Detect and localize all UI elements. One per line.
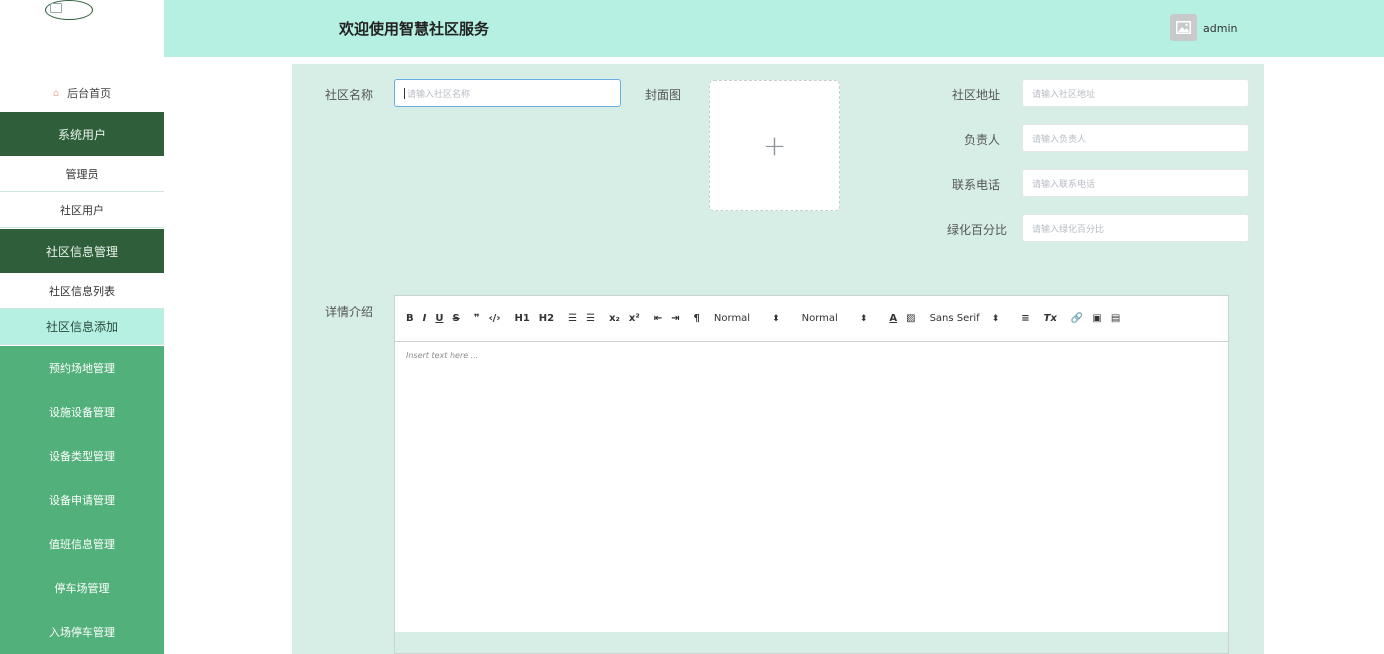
detail-label: 详情介绍 [325,305,374,319]
sidebar-group-community-info[interactable]: 社区信息管理 [0,229,164,273]
sidebar-item-label: 设施设备管理 [49,406,115,419]
cover-label: 封面图 [645,88,682,102]
green-label: 绿化百分比 [946,223,1007,237]
sidebar-item-device-apply[interactable]: 设备申请管理 [0,478,164,522]
size-value: Normal [713,313,751,324]
video-button[interactable]: ▤ [1111,313,1120,324]
sidebar-item-community-list[interactable]: 社区信息列表 [0,273,164,309]
italic-button[interactable]: I [423,313,427,324]
sidebar-item-label: 后台首页 [67,87,112,100]
sidebar-item-label: 社区信息列表 [49,284,115,298]
sidebar-item-community-add[interactable]: 社区信息添加 [0,309,164,345]
sidebar-item-label: 社区信息管理 [45,244,118,259]
home-icon: ⌂ [52,87,60,99]
background-color-button[interactable]: ▨ [906,313,915,324]
name-placeholder: 请输入社区名称 [407,89,471,100]
outdent-button[interactable]: ⇤ [654,313,662,324]
h1-button[interactable]: H1 [514,313,529,324]
sidebar-item-venue-booking[interactable]: 预约场地管理 [0,346,164,390]
text-direction-button[interactable]: ¶ [694,313,700,324]
sidebar-item-admin[interactable]: 管理员 [0,156,164,192]
text-color-button[interactable]: A [889,313,897,324]
avatar[interactable] [1170,14,1197,41]
sidebar-item-label: 值班信息管理 [49,538,115,551]
strike-button[interactable]: S [452,313,459,324]
font-value: Sans Serif [929,313,980,324]
phone-placeholder: 请输入联系电话 [1032,179,1096,190]
underline-button[interactable]: U [435,313,443,324]
page-title: 欢迎使用智慧社区服务 [339,20,490,38]
sidebar-item-label: 管理员 [65,167,99,181]
text-cursor [404,87,405,99]
logo-image [45,0,93,20]
h2-button[interactable]: H2 [539,313,554,324]
ordered-list-button[interactable]: ☰ [568,313,577,324]
bold-button[interactable]: B [406,313,414,324]
sidebar-item-label: 社区信息添加 [45,320,118,334]
sidebar-item-label: 预约场地管理 [49,362,115,375]
username[interactable]: admin [1203,22,1237,35]
sidebar-group-system-users[interactable]: 系统用户 [0,112,164,156]
plus-icon: + [762,129,787,162]
chevron-updown-icon: ⬍ [859,313,868,324]
header-select[interactable]: Normal ⬍ [802,313,868,324]
sidebar-item-community-users[interactable]: 社区用户 [0,192,164,228]
sidebar-item-device-type[interactable]: 设备类型管理 [0,434,164,478]
form-panel: 社区名称 请输入社区名称 封面图 + 社区地址 请输入社区地址 负责人 请输入负… [292,64,1264,654]
image-button[interactable]: ▣ [1092,313,1101,324]
sidebar-item-label: 系统用户 [57,127,106,142]
phone-label: 联系电话 [951,178,1000,192]
sidebar: ⌂ 后台首页 系统用户 管理员 社区用户 社区信息管理 社区信息列表 社区信息添… [0,0,164,654]
bullet-list-button[interactable]: ☰ [586,313,595,324]
sidebar-item-label: 入场停车管理 [49,626,115,639]
sidebar-item-home[interactable]: ⌂ 后台首页 [0,74,164,112]
align-button[interactable]: ≡ [1021,313,1029,324]
cover-upload[interactable]: + [709,80,840,211]
indent-button[interactable]: ⇥ [671,313,679,324]
green-placeholder: 请输入绿化百分比 [1032,224,1105,235]
rich-text-editor: B I U S ❞ ‹/› H1 H2 ☰ ☰ x₂ x² ⇤ ⇥ ¶ Norm… [394,295,1229,654]
code-button[interactable]: ‹/› [489,313,501,324]
editor-content[interactable]: Insert text here ... [395,342,1228,633]
sidebar-item-parking-lot[interactable]: 停车场管理 [0,566,164,610]
manager-label: 负责人 [963,133,1000,147]
editor-placeholder: Insert text here ... [406,351,479,360]
link-button[interactable]: 🔗 [1071,313,1083,324]
superscript-button[interactable]: x² [629,313,640,324]
editor-footer [395,632,1228,653]
subscript-button[interactable]: x₂ [609,313,620,324]
chevron-updown-icon: ⬍ [991,313,1000,324]
manager-input[interactable]: 请输入负责人 [1022,124,1249,152]
header-value: Normal [801,313,838,324]
phone-input[interactable]: 请输入联系电话 [1022,169,1249,197]
top-header: 欢迎使用智慧社区服务 admin [164,0,1384,57]
name-input[interactable]: 请输入社区名称 [394,79,621,107]
editor-toolbar: B I U S ❞ ‹/› H1 H2 ☰ ☰ x₂ x² ⇤ ⇥ ¶ Norm… [395,296,1228,342]
sidebar-item-label: 设备类型管理 [49,450,115,463]
clear-format-button[interactable]: Tx [1044,313,1057,324]
chevron-updown-icon: ⬍ [772,313,780,324]
sidebar-item-label: 设备申请管理 [49,494,115,507]
sidebar-item-label: 停车场管理 [54,582,110,595]
address-label: 社区地址 [951,88,1000,102]
manager-placeholder: 请输入负责人 [1032,134,1087,145]
size-select[interactable]: Normal ⬍ [714,313,780,324]
sidebar-item-label: 社区用户 [60,203,104,217]
blockquote-button[interactable]: ❞ [474,313,480,324]
sidebar-item-facility[interactable]: 设施设备管理 [0,390,164,434]
font-select[interactable]: Sans Serif ⬍ [930,313,1000,324]
green-input[interactable]: 请输入绿化百分比 [1022,214,1249,242]
sidebar-item-duty[interactable]: 值班信息管理 [0,522,164,566]
name-label: 社区名称 [325,88,374,102]
address-placeholder: 请输入社区地址 [1032,89,1096,100]
sidebar-item-parking-entry[interactable]: 入场停车管理 [0,610,164,654]
image-placeholder-icon [1176,21,1191,34]
address-input[interactable]: 请输入社区地址 [1022,79,1249,107]
